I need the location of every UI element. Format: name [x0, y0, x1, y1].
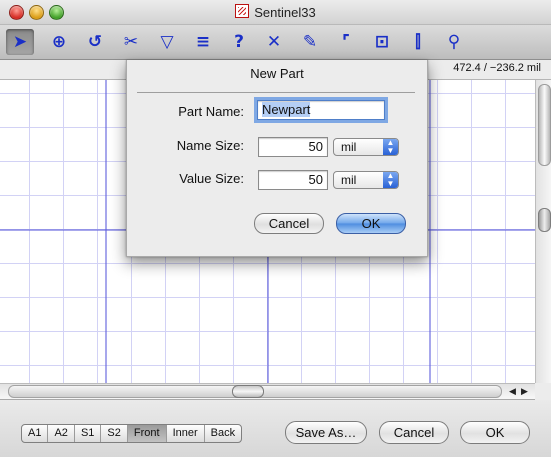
- select-arrows-icon: ▲ ▼: [383, 172, 398, 188]
- via-icon: ⊡: [374, 32, 390, 52]
- layer-front[interactable]: Front: [127, 425, 167, 442]
- component-tool-button[interactable]: ⫿: [404, 29, 432, 55]
- zoom-tool-button[interactable]: ⊕: [45, 29, 73, 55]
- pencil-icon: ✎: [302, 32, 318, 52]
- probe-icon: ⚲: [447, 32, 461, 52]
- new-part-sheet: New Part Part Name: Newpart Name Size: 5…: [126, 60, 428, 257]
- via-tool-button[interactable]: ⊡: [368, 29, 396, 55]
- bottom-bar: A1 A2 S1 S2 Front Inner Back Save As… Ca…: [0, 400, 551, 457]
- horizontal-scroll-thumb[interactable]: [232, 385, 264, 398]
- layer-s2[interactable]: S2: [101, 425, 128, 442]
- rotate-tool-button[interactable]: ↺: [81, 29, 109, 55]
- scroll-left-arrow-icon[interactable]: ◀: [509, 384, 516, 399]
- layer-a1[interactable]: A1: [22, 425, 49, 442]
- rotate-icon: ↺: [87, 32, 103, 52]
- bus-tool-button[interactable]: ≡: [189, 29, 217, 55]
- scroll-right-arrow-icon[interactable]: ▶: [521, 384, 528, 399]
- dialog-title: New Part: [250, 66, 304, 81]
- value-size-unit-select[interactable]: mil ▲ ▼: [333, 171, 399, 189]
- select-tool-button[interactable]: ➤: [6, 29, 34, 55]
- part-name-field[interactable]: Newpart: [254, 97, 388, 123]
- horizontal-scrollbar[interactable]: ◀ ▶: [0, 383, 535, 400]
- arrow-cursor-icon: ➤: [12, 32, 28, 52]
- app-window: Sentinel33 ➤ ⊕ ↺ ✂ ▽ ≡ ? ✕ ✎ ⌜ ⊡ ⫿ ⚲ 472…: [0, 0, 551, 457]
- corner-icon: ⌜: [342, 32, 350, 52]
- part-name-label: Part Name:: [178, 104, 244, 119]
- window-title: Sentinel33: [0, 4, 551, 20]
- title-bar: Sentinel33: [0, 0, 551, 25]
- scissors-icon: ✂: [123, 32, 139, 52]
- layer-back[interactable]: Back: [205, 425, 241, 442]
- layer-inner[interactable]: Inner: [167, 425, 205, 442]
- value-size-unit-value: mil: [341, 173, 357, 187]
- flip-icon: ▽: [160, 32, 174, 52]
- component-icon: ⫿: [415, 32, 421, 52]
- probe-tool-button[interactable]: ⚲: [440, 29, 468, 55]
- name-size-field[interactable]: 50: [258, 137, 328, 157]
- vertical-scrollbar[interactable]: [535, 80, 551, 383]
- layer-a2[interactable]: A2: [48, 425, 75, 442]
- cut-tool-button[interactable]: ✂: [117, 29, 145, 55]
- scrollbar-corner: [535, 383, 551, 400]
- flip-tool-button[interactable]: ▽: [153, 29, 181, 55]
- cross-icon: ✕: [266, 32, 282, 52]
- vertical-scroll-track: [538, 84, 551, 166]
- draw-tool-button[interactable]: ✎: [296, 29, 324, 55]
- name-size-label: Name Size:: [176, 138, 244, 153]
- dialog-separator: [137, 92, 415, 93]
- question-icon: ?: [234, 32, 244, 52]
- corner-tool-button[interactable]: ⌜: [332, 29, 360, 55]
- dialog-ok-button[interactable]: OK: [336, 213, 406, 234]
- value-size-field[interactable]: 50: [258, 170, 328, 190]
- save-as-button[interactable]: Save As…: [285, 421, 367, 444]
- layer-s1[interactable]: S1: [75, 425, 102, 442]
- layer-selector: A1 A2 S1 S2 Front Inner Back: [21, 424, 243, 443]
- help-tool-button[interactable]: ?: [225, 29, 253, 55]
- delete-tool-button[interactable]: ✕: [260, 29, 288, 55]
- value-size-label: Value Size:: [179, 171, 244, 186]
- toolbar: ➤ ⊕ ↺ ✂ ▽ ≡ ? ✕ ✎ ⌜ ⊡ ⫿ ⚲: [0, 25, 551, 60]
- document-icon: [235, 4, 250, 18]
- vertical-scroll-thumb[interactable]: [538, 208, 551, 232]
- name-size-unit-value: mil: [341, 140, 357, 154]
- bus-icon: ≡: [195, 32, 211, 52]
- magnifier-icon: ⊕: [51, 32, 67, 52]
- ok-button[interactable]: OK: [460, 421, 530, 444]
- select-arrows-icon: ▲ ▼: [383, 139, 398, 155]
- cancel-button[interactable]: Cancel: [379, 421, 449, 444]
- cursor-coordinates: 472.4 / −236.2 mil: [453, 62, 541, 74]
- dialog-cancel-button[interactable]: Cancel: [254, 213, 324, 234]
- window-title-text: Sentinel33: [254, 5, 316, 20]
- part-name-value: Newpart: [262, 102, 311, 117]
- name-size-unit-select[interactable]: mil ▲ ▼: [333, 138, 399, 156]
